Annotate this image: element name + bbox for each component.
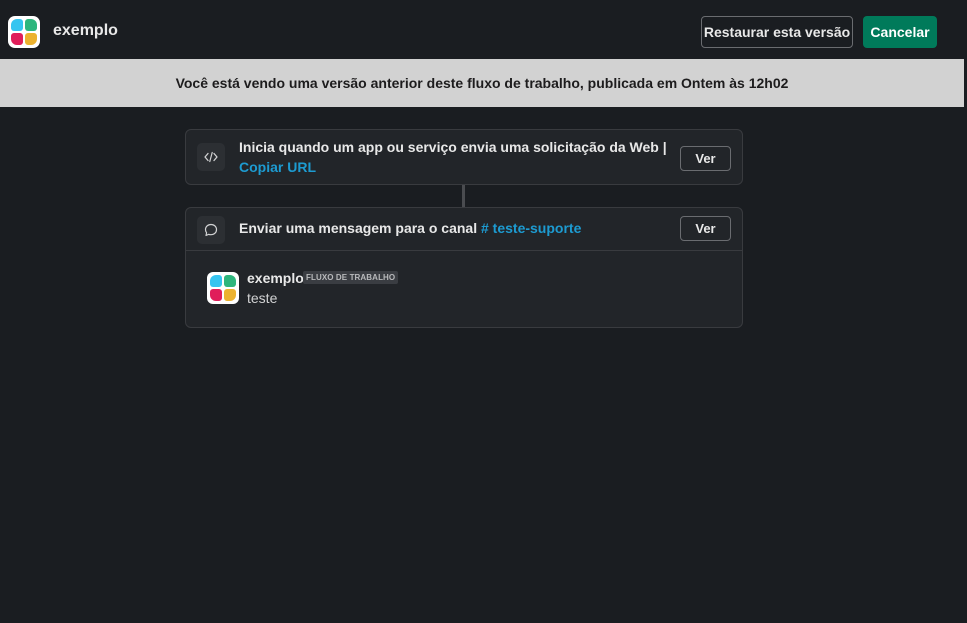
- workflow-badge: FLUXO DE TRABALHO: [303, 271, 399, 284]
- channel-link[interactable]: # teste-suporte: [481, 220, 581, 236]
- card-divider: [186, 250, 742, 251]
- copy-url-link[interactable]: Copiar URL: [239, 157, 667, 177]
- app-name: exemplo: [53, 22, 118, 39]
- step-card-send-message: Enviar uma mensagem para o canal # teste…: [185, 207, 743, 328]
- banner-text: Você está vendo uma versão anterior dest…: [175, 75, 789, 91]
- step-connector: [462, 185, 465, 207]
- message-body: teste: [247, 290, 278, 306]
- step-send-message-description: Enviar uma mensagem para o canal: [239, 220, 478, 236]
- step-trigger-text: Inicia quando um app ou serviço envia um…: [239, 137, 667, 177]
- step-send-message-text: Enviar uma mensagem para o canal # teste…: [239, 218, 581, 238]
- view-send-message-button[interactable]: Ver: [680, 216, 731, 241]
- message-author: exemplo: [247, 270, 304, 286]
- message-bubble-icon: [197, 216, 225, 244]
- restore-version-button[interactable]: Restaurar esta versão: [701, 16, 853, 48]
- avatar: [207, 272, 239, 304]
- code-icon: [197, 143, 225, 171]
- previous-version-banner: Você está vendo uma versão anterior dest…: [0, 59, 964, 107]
- view-trigger-button[interactable]: Ver: [680, 146, 731, 171]
- step-card-trigger: Inicia quando um app ou serviço envia um…: [185, 129, 743, 185]
- top-bar: exemplo Restaurar esta versão Cancelar: [0, 0, 967, 59]
- cancel-button[interactable]: Cancelar: [863, 16, 937, 48]
- step-trigger-description: Inicia quando um app ou serviço envia um…: [239, 139, 667, 155]
- app-logo: [8, 16, 40, 48]
